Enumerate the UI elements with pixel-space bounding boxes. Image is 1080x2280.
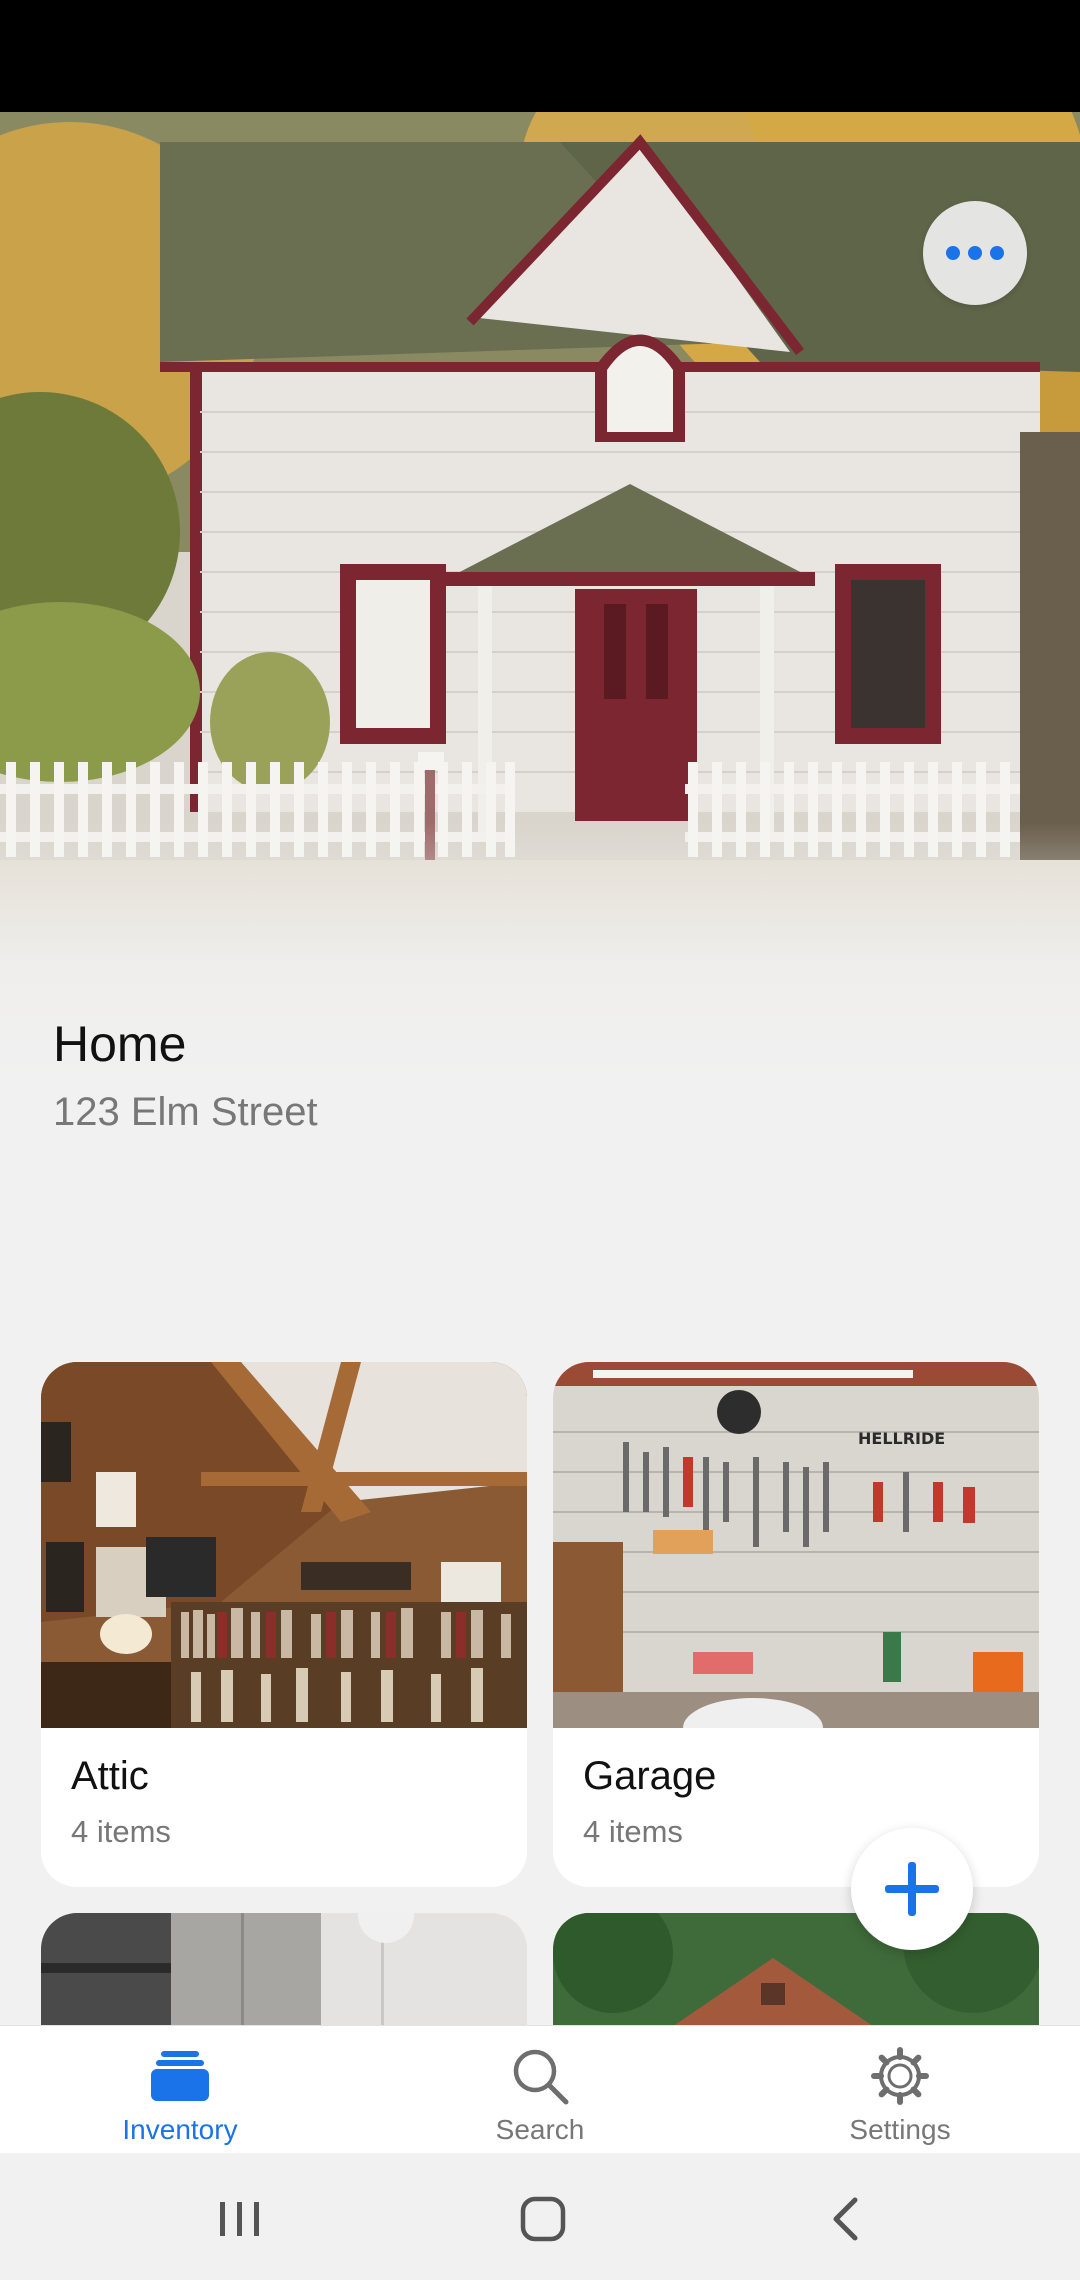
tab-label: Search: [495, 2114, 585, 2145]
address-text: 123 Elm Street: [53, 1090, 318, 1134]
back-button[interactable]: [815, 2189, 875, 2249]
room-item-count: 4 items: [583, 1814, 683, 1849]
room-name: Attic: [71, 1754, 149, 1798]
tab-inventory[interactable]: Inventory: [0, 2026, 360, 2154]
room-name: Garage: [583, 1754, 717, 1798]
kitchen-photo: [41, 1913, 527, 2033]
add-room-button[interactable]: [851, 1828, 973, 1950]
attic-photo: [41, 1362, 527, 1728]
back-icon: [833, 2197, 858, 2241]
page-title: Home: [53, 1016, 187, 1072]
plus-icon: [885, 1862, 939, 1916]
recents-button[interactable]: [210, 2189, 270, 2249]
inventory-stack-icon: [151, 2046, 209, 2106]
hero-image: [0, 112, 1080, 1082]
room-card-partial[interactable]: [553, 1913, 1039, 2033]
more-options-button[interactable]: [923, 201, 1027, 305]
tab-label: Settings: [849, 2114, 951, 2145]
more-dot: [990, 246, 1004, 260]
recents-icon: [220, 2202, 259, 2236]
garage-photo: HELLRIDE: [553, 1362, 1039, 1728]
home-button[interactable]: [513, 2189, 573, 2249]
status-bar: [0, 0, 1080, 112]
home-icon: [520, 2196, 566, 2242]
room-card-garage[interactable]: HELLRIDE Garage 4 items: [553, 1362, 1039, 1887]
shed-photo: [553, 1913, 1039, 2033]
room-card-partial[interactable]: [41, 1913, 527, 2033]
tab-search[interactable]: Search: [360, 2026, 720, 2154]
more-dot: [968, 246, 982, 260]
gear-icon: [871, 2046, 929, 2106]
tab-label: Inventory: [122, 2114, 238, 2145]
system-navigation-bar: [0, 2153, 1080, 2280]
room-card-attic[interactable]: Attic 4 items: [41, 1362, 527, 1887]
tab-settings[interactable]: Settings: [720, 2026, 1080, 2154]
svg-text:HELLRIDE: HELLRIDE: [858, 1429, 945, 1448]
search-icon: [511, 2046, 569, 2106]
bottom-navigation: Inventory Search Settings: [0, 2025, 1080, 2153]
more-horizontal-icon: [946, 246, 960, 260]
room-item-count: 4 items: [71, 1814, 171, 1849]
